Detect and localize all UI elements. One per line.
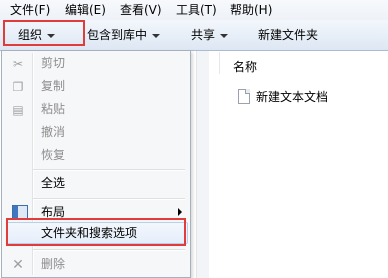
menu-item-cut[interactable]: ✂ 剪切 (4, 53, 188, 74)
column-separator (219, 52, 220, 74)
menu-separator (33, 249, 185, 251)
copy-icon: ❐ (12, 80, 24, 94)
menu-separator (33, 169, 185, 171)
submenu-arrow-icon (178, 208, 182, 216)
menu-view[interactable]: 查看(V) (120, 2, 162, 18)
file-list-pane[interactable] (203, 51, 388, 278)
menu-item-paste[interactable]: ▤ 粘贴 (4, 99, 188, 120)
menu-item-label: 全选 (41, 176, 66, 190)
organize-annotation-box (3, 20, 85, 46)
menu-item-label: 复制 (41, 79, 66, 93)
scroll-strip[interactable] (196, 51, 209, 278)
folder-options-annotation-box (6, 218, 186, 246)
share-button[interactable]: 共享 (191, 27, 229, 43)
menu-item-label: 撤消 (41, 125, 66, 139)
menu-item-label: 粘贴 (41, 102, 66, 116)
chevron-down-icon (152, 33, 161, 38)
menu-tools[interactable]: 工具(T) (176, 2, 217, 18)
column-header-name[interactable]: 名称 (233, 58, 257, 75)
paste-icon: ▤ (12, 103, 24, 117)
menu-item-label: 删除 (41, 257, 66, 271)
menu-separator (33, 198, 185, 200)
new-folder-button[interactable]: 新建文件夹 (258, 27, 318, 43)
menu-help[interactable]: 帮助(H) (230, 2, 272, 18)
include-in-library-label: 包含到库中 (87, 28, 148, 42)
file-name: 新建文本文档 (256, 90, 329, 104)
menu-edit[interactable]: 编辑(E) (65, 2, 106, 18)
text-document-icon (238, 89, 250, 104)
chevron-down-icon (220, 33, 229, 38)
menu-item-label: 恢复 (41, 148, 66, 162)
menu-bar: 文件(F) 编辑(E) 查看(V) 工具(T) 帮助(H) (0, 0, 388, 21)
menu-item-undo[interactable]: 撤消 (4, 122, 188, 143)
share-label: 共享 (191, 28, 216, 42)
scissors-icon: ✂ (12, 57, 24, 71)
menu-file[interactable]: 文件(F) (10, 2, 50, 18)
layout-icon (12, 205, 28, 219)
explorer-window: 文件(F) 编辑(E) 查看(V) 工具(T) 帮助(H) 组织 包含到库中 共… (0, 0, 388, 278)
menu-item-delete[interactable]: ✕ 删除 (4, 254, 188, 275)
menu-item-label: 剪切 (41, 56, 66, 70)
menu-item-select-all[interactable]: 全选 (4, 173, 188, 194)
delete-icon: ✕ (12, 257, 24, 273)
menu-item-copy[interactable]: ❐ 复制 (4, 76, 188, 97)
menu-item-redo[interactable]: 恢复 (4, 145, 188, 166)
include-in-library-button[interactable]: 包含到库中 (87, 27, 161, 43)
